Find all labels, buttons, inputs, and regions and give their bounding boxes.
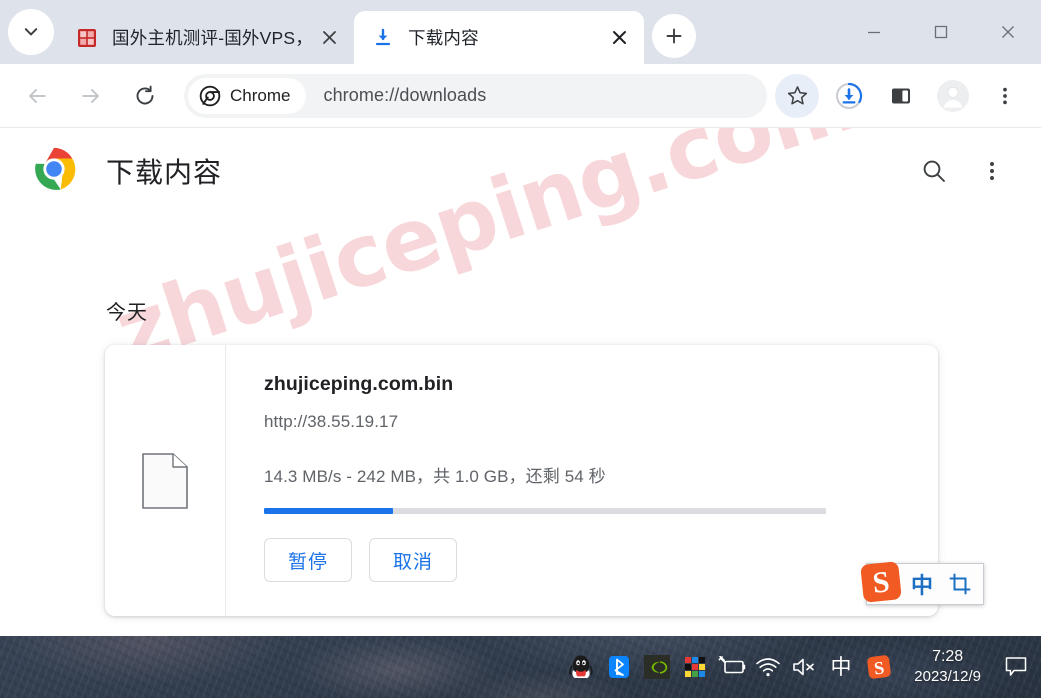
three-dot-menu-icon: [1003, 87, 1007, 104]
close-icon: [322, 31, 336, 44]
new-tab-button[interactable]: [652, 14, 696, 58]
tab-search-button[interactable]: [8, 9, 54, 55]
search-icon: [923, 160, 945, 182]
downloads-section-label: 今天: [106, 302, 148, 324]
three-dot-menu-icon: [990, 162, 994, 180]
tab-strip: 国外主机测评-国外VPS，国 下载内容: [0, 0, 1041, 64]
maximize-button[interactable]: [907, 0, 974, 64]
svg-text:中: 中: [831, 656, 852, 679]
download-item-card: zhujiceping.com.bin http://38.55.19.17 1…: [105, 345, 938, 616]
close-icon: [612, 31, 626, 44]
address-bar-text[interactable]: chrome://downloads: [323, 85, 759, 106]
minimize-button[interactable]: [840, 0, 907, 64]
download-progress-bar: [264, 508, 826, 514]
qq-icon[interactable]: [562, 644, 600, 690]
reload-icon: [136, 85, 154, 104]
clock-date: 2023/12/9: [914, 668, 981, 685]
download-filename[interactable]: zhujiceping.com.bin: [264, 373, 908, 396]
side-panel-button[interactable]: [879, 74, 923, 118]
page-title: 下载内容: [106, 157, 223, 188]
notification-center-button[interactable]: [995, 644, 1037, 690]
download-source-url: http://38.55.19.17: [264, 412, 399, 431]
wifi-icon[interactable]: [750, 644, 786, 690]
arrow-right-icon: [82, 88, 99, 103]
chrome-scheme-chip: Chrome: [188, 77, 307, 114]
document-icon: [142, 452, 188, 509]
downloads-menu-button[interactable]: [969, 148, 1015, 194]
speaker-muted-icon[interactable]: [786, 644, 822, 690]
browser-menu-button[interactable]: [983, 74, 1027, 118]
download-details: zhujiceping.com.bin http://38.55.19.17 1…: [226, 345, 938, 616]
arrow-left-icon: [29, 88, 46, 103]
close-window-button[interactable]: [974, 0, 1041, 64]
reload-button[interactable]: [123, 74, 167, 118]
tab-title: 下载内容: [408, 28, 479, 48]
side-panel-icon: [892, 88, 910, 103]
windows-taskbar: 中 S 7:28 2023/12/9: [0, 636, 1041, 698]
window-controls: [840, 0, 1041, 64]
pause-button[interactable]: 暂停: [264, 538, 352, 582]
notification-icon: [1005, 657, 1027, 676]
ime-chinese-icon[interactable]: 中: [822, 644, 860, 690]
ime-chinese-mode-button[interactable]: 中: [903, 568, 941, 600]
nvidia-icon[interactable]: [638, 644, 676, 690]
chrome-logo-mono-icon: [199, 85, 221, 106]
chrome-logo-icon: [32, 147, 76, 196]
screenshot-crop-icon[interactable]: [941, 573, 979, 595]
browser-toolbar: Chrome chrome://downloads: [0, 64, 1041, 128]
sogou-logo-icon[interactable]: S: [858, 559, 904, 610]
close-icon: [1001, 26, 1014, 38]
plus-icon: [666, 28, 682, 44]
downloads-header: 下载内容: [0, 128, 1041, 214]
tab-close-button[interactable]: [314, 23, 344, 53]
tab-close-button[interactable]: [604, 23, 634, 53]
sogou-icon[interactable]: S: [860, 644, 898, 690]
tab-site[interactable]: 国外主机测评-国外VPS，国: [58, 11, 354, 64]
bookmark-button[interactable]: [775, 73, 819, 118]
download-icon: [372, 27, 394, 49]
download-progress-icon: [836, 82, 863, 109]
address-bar[interactable]: Chrome chrome://downloads: [184, 73, 767, 118]
tab-downloads[interactable]: 下载内容: [354, 11, 644, 64]
downloads-button[interactable]: [827, 74, 871, 118]
sogou-ime-floating-bar[interactable]: S 中: [860, 561, 984, 605]
maximize-icon: [934, 25, 947, 39]
site-favicon-red: [76, 27, 98, 49]
star-icon: [787, 86, 807, 105]
forward-button[interactable]: [69, 74, 113, 118]
browser-window: 国外主机测评-国外VPS，国 下载内容 Chrome chrome://down…: [0, 0, 1041, 636]
color-squares-icon[interactable]: [676, 644, 714, 690]
chrome-chip-label: Chrome: [230, 85, 291, 105]
back-button[interactable]: [15, 74, 59, 118]
profile-button[interactable]: [931, 74, 975, 118]
taskbar-clock[interactable]: 7:28 2023/12/9: [914, 647, 981, 687]
minimize-icon: [867, 31, 880, 34]
cancel-button[interactable]: 取消: [369, 538, 457, 582]
svg-text:S: S: [871, 565, 891, 600]
avatar-icon: [937, 79, 969, 112]
bluetooth-icon[interactable]: [600, 644, 638, 690]
downloads-search-button[interactable]: [911, 148, 957, 194]
download-status-text: 14.3 MB/s - 242 MB，共 1.0 GB，还剩 54 秒: [264, 467, 606, 486]
tab-title: 国外主机测评-国外VPS，国: [112, 28, 314, 48]
chevron-down-icon: [24, 28, 38, 36]
download-file-icon-column: [105, 345, 226, 616]
clock-time: 7:28: [932, 648, 964, 665]
download-actions: 暂停 取消: [264, 538, 908, 582]
battery-charging-icon[interactable]: [714, 644, 750, 690]
download-progress-fill: [264, 508, 394, 514]
